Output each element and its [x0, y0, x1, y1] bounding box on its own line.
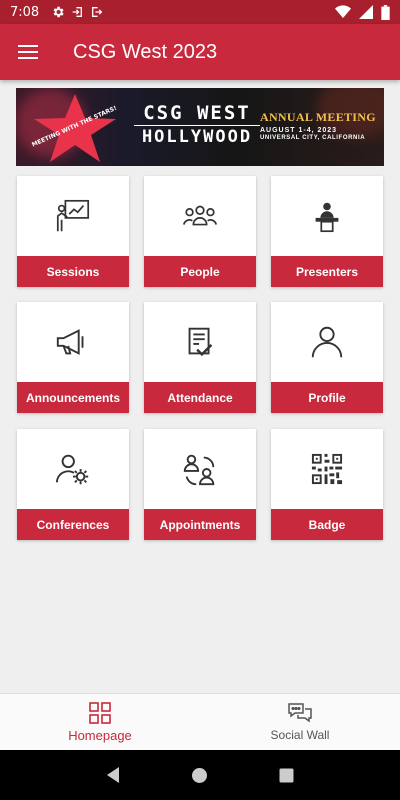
- nav-social-wall[interactable]: Social Wall: [200, 694, 400, 750]
- tile-attendance[interactable]: Attendance: [144, 302, 256, 413]
- tile-announcements[interactable]: Announcements: [17, 302, 129, 413]
- tile-profile-label: Profile: [271, 382, 383, 413]
- person-icon: [311, 326, 343, 358]
- status-time: 7:08: [10, 4, 40, 20]
- settings-gear-icon: [53, 6, 64, 18]
- nav-social-wall-label: Social Wall: [270, 728, 330, 742]
- clipboard-check-icon: [188, 327, 213, 357]
- people-group-icon: [183, 205, 217, 226]
- person-gear-icon: [55, 454, 89, 485]
- bottom-nav: Homepage Social Wall: [0, 693, 400, 750]
- banner-line2: HOLLYWOOD: [134, 125, 260, 148]
- tile-appointments-label: Appointments: [144, 509, 256, 540]
- system-nav-bar: [0, 750, 400, 800]
- home-circle-icon: [192, 767, 208, 783]
- nav-homepage[interactable]: Homepage: [0, 694, 200, 750]
- tile-sessions-label: Sessions: [17, 256, 129, 287]
- tile-appointments[interactable]: Appointments: [144, 429, 256, 540]
- chat-bubbles-icon: [288, 703, 312, 723]
- qr-code-icon: [311, 453, 343, 485]
- event-banner[interactable]: MEETING WITH THE STARS! CSG WEST HOLLYWO…: [16, 88, 384, 166]
- tile-badge-label: Badge: [271, 509, 383, 540]
- star-logo-icon: MEETING WITH THE STARS!: [31, 94, 118, 162]
- banner-dates: AUGUST 1-4, 2023: [260, 127, 338, 134]
- tile-presenters-label: Presenters: [271, 256, 383, 287]
- tile-badge[interactable]: Badge: [271, 429, 383, 540]
- tile-conferences[interactable]: Conferences: [17, 429, 129, 540]
- wifi-icon: [335, 5, 351, 18]
- presentation-board-icon: [56, 199, 90, 232]
- sign-out-icon: [92, 7, 103, 17]
- battery-icon: [381, 4, 390, 20]
- podium-speaker-icon: [315, 202, 339, 233]
- app-title: CSG West 2023: [73, 40, 218, 63]
- tile-people-label: People: [144, 256, 256, 287]
- recents-button[interactable]: [272, 760, 302, 790]
- sign-in-icon: [72, 7, 83, 17]
- tile-announcements-label: Announcements: [17, 382, 129, 413]
- menu-button[interactable]: [0, 24, 56, 80]
- home-button[interactable]: [185, 760, 215, 790]
- tile-sessions[interactable]: Sessions: [17, 176, 129, 287]
- status-bar: 7:08: [0, 0, 400, 24]
- banner-location: UNIVERSAL CITY, CALIFORNIA: [260, 135, 366, 141]
- hamburger-menu-icon: [18, 45, 38, 59]
- nav-homepage-label: Homepage: [68, 727, 132, 743]
- grid-icon: [89, 701, 111, 724]
- people-connect-icon: [183, 454, 215, 486]
- megaphone-icon: [56, 329, 84, 355]
- tile-people[interactable]: People: [144, 176, 256, 287]
- tile-presenters[interactable]: Presenters: [271, 176, 383, 287]
- banner-line1: CSG WEST: [143, 102, 251, 124]
- recents-square-icon: [279, 768, 294, 782]
- cell-signal-icon: [359, 5, 373, 19]
- banner-event: ANNUAL MEETING: [260, 110, 376, 124]
- app-bar: CSG West 2023: [0, 24, 400, 80]
- tile-conferences-label: Conferences: [17, 509, 129, 540]
- tile-attendance-label: Attendance: [144, 382, 256, 413]
- back-triangle-icon: [107, 767, 120, 783]
- back-button[interactable]: [98, 760, 128, 790]
- tile-profile[interactable]: Profile: [271, 302, 383, 413]
